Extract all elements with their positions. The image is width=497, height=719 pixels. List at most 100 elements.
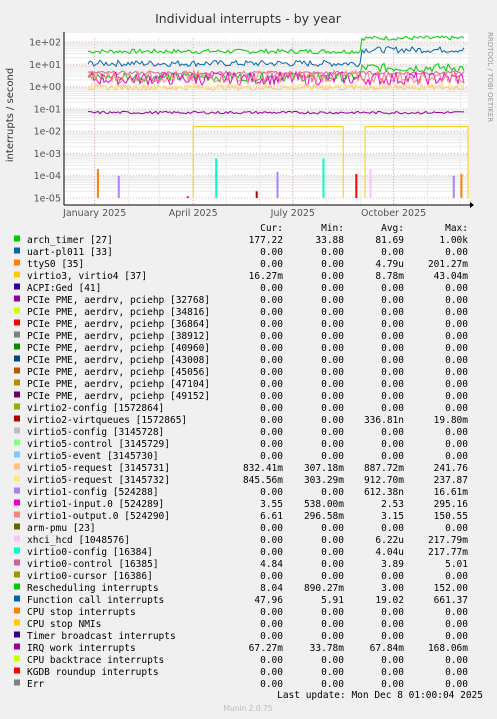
legend-series-name: Function call interrupts [27, 595, 164, 606]
legend-swatch [14, 247, 20, 254]
legend-value: 0.00 [260, 403, 283, 414]
legend-swatch [14, 307, 20, 314]
x-tick-label: October 2025 [361, 208, 426, 219]
legend-value: 67.27m [249, 643, 284, 654]
rrdtool-watermark: RRDTOOL / TOBI OETIKER [486, 32, 494, 122]
legend-value: 201.27m [428, 259, 468, 270]
legend-swatch [14, 679, 20, 686]
legend-value: 0.00 [381, 607, 404, 618]
legend-value: 0.00 [321, 679, 344, 690]
last-update: Last update: Mon Dec 8 01:00:04 2025 [277, 690, 483, 701]
legend-value: 8.78m [375, 271, 404, 282]
legend-swatch [14, 631, 20, 638]
legend-swatch [14, 535, 20, 542]
legend-series-name: virtio5-request [3145731] [27, 463, 170, 474]
legend-value: 0.00 [260, 319, 283, 330]
legend-series-name: CPU stop NMIs [27, 619, 101, 630]
legend-swatch [14, 415, 20, 422]
legend-value: 0.00 [381, 331, 404, 342]
legend-value: 0.00 [321, 547, 344, 558]
interrupts-chart: Individual interrupts - by year RRDTOOL … [0, 0, 497, 719]
legend-value: 0.00 [260, 439, 283, 450]
legend-value: 0.00 [445, 655, 468, 666]
legend-value: 0.00 [381, 391, 404, 402]
spike-mark [215, 158, 218, 198]
legend-value: 241.76 [434, 463, 469, 474]
spike-mark [369, 169, 372, 198]
legend-value: 0.00 [381, 355, 404, 366]
legend-value: 6.22u [375, 535, 404, 546]
legend-value: 0.00 [381, 619, 404, 630]
spike-mark [96, 169, 99, 198]
legend-series-name: PCIe PME, aerdrv, pciehp [40960] [27, 343, 210, 354]
legend-swatch [14, 655, 20, 662]
legend-value: 237.87 [434, 475, 468, 486]
legend-series-name: PCIe PME, aerdrv, pciehp [43008] [27, 355, 210, 366]
legend-value: 217.79m [428, 535, 468, 546]
legend-value: 0.00 [321, 655, 344, 666]
legend-value: 0.00 [260, 295, 283, 306]
legend-series-name: virtio0-control [16385] [27, 559, 159, 570]
legend-column-header: Avg: [381, 223, 404, 234]
legend-value: 0.00 [260, 535, 283, 546]
legend-value: 19.02 [375, 595, 404, 606]
legend-series-name: arch_timer [27] [27, 235, 113, 246]
legend-value: 0.00 [321, 619, 344, 630]
legend-value: 0.00 [445, 343, 468, 354]
legend-value: 0.00 [260, 391, 283, 402]
legend-value: 3.00 [381, 583, 404, 594]
legend-value: 0.00 [321, 367, 344, 378]
legend-series-name: PCIe PME, aerdrv, pciehp [45056] [27, 367, 210, 378]
legend-series-name: virtio1-output.0 [524290] [27, 511, 170, 522]
legend-value: 0.00 [260, 367, 283, 378]
legend-series-name: PCIe PME, aerdrv, pciehp [49152] [27, 391, 210, 402]
legend-value: 0.00 [381, 679, 404, 690]
legend-value: 0.00 [381, 319, 404, 330]
legend-value: 8.04 [260, 583, 283, 594]
legend-value: 33.78m [310, 643, 345, 654]
legend-value: 0.00 [381, 439, 404, 450]
spike-mark [460, 173, 463, 198]
munin-version: Munin 2.0.75 [223, 704, 272, 713]
legend-swatch [14, 499, 20, 506]
legend-value: 0.00 [321, 283, 344, 294]
legend-value: 0.00 [260, 355, 283, 366]
legend-swatch [14, 451, 20, 458]
legend-value: 3.55 [260, 499, 283, 510]
legend-value: 832.41m [243, 463, 283, 474]
legend-value: 152.00 [434, 583, 469, 594]
legend-series-name: xhci_hcd [1048576] [27, 535, 130, 546]
legend-value: 0.00 [381, 343, 404, 354]
x-tick-label: July 2025 [270, 208, 315, 219]
legend-swatch [14, 583, 20, 590]
legend-series-name: CPU backtrace interrupts [27, 655, 164, 666]
legend-value: 67.84m [370, 643, 405, 654]
legend-value: 0.00 [445, 319, 468, 330]
legend-series-name: virtio5-request [3145732] [27, 475, 170, 486]
legend-value: 0.00 [381, 247, 404, 258]
legend-value: 336.81n [364, 415, 404, 426]
legend-value: 538.00m [304, 499, 344, 510]
legend-value: 0.00 [321, 379, 344, 390]
legend-value: 0.00 [260, 607, 283, 618]
legend-value: 19.80m [434, 415, 469, 426]
legend-value: 0.00 [445, 331, 468, 342]
legend-value: 4.04u [375, 547, 404, 558]
legend-swatch [14, 367, 20, 374]
legend-value: 150.55 [434, 511, 468, 522]
legend-value: 0.00 [260, 655, 283, 666]
legend-value: 0.00 [445, 523, 468, 534]
legend-value: 0.00 [260, 667, 283, 678]
legend-swatch [14, 511, 20, 518]
legend-value: 0.00 [321, 343, 344, 354]
legend-value: 0.00 [445, 631, 468, 642]
y-tick-label: 1e+01 [29, 60, 61, 71]
legend-value: 0.00 [445, 391, 468, 402]
legend-series-name: Timer broadcast interrupts [27, 631, 176, 642]
legend-value: 0.00 [260, 427, 283, 438]
legend-value: 295.16 [434, 499, 469, 510]
legend-value: 661.37 [434, 595, 468, 606]
legend-series-name: PCIe PME, aerdrv, pciehp [47104] [27, 379, 210, 390]
legend-value: 0.00 [321, 607, 344, 618]
legend-series-name: uart-pl011 [33] [27, 247, 113, 258]
